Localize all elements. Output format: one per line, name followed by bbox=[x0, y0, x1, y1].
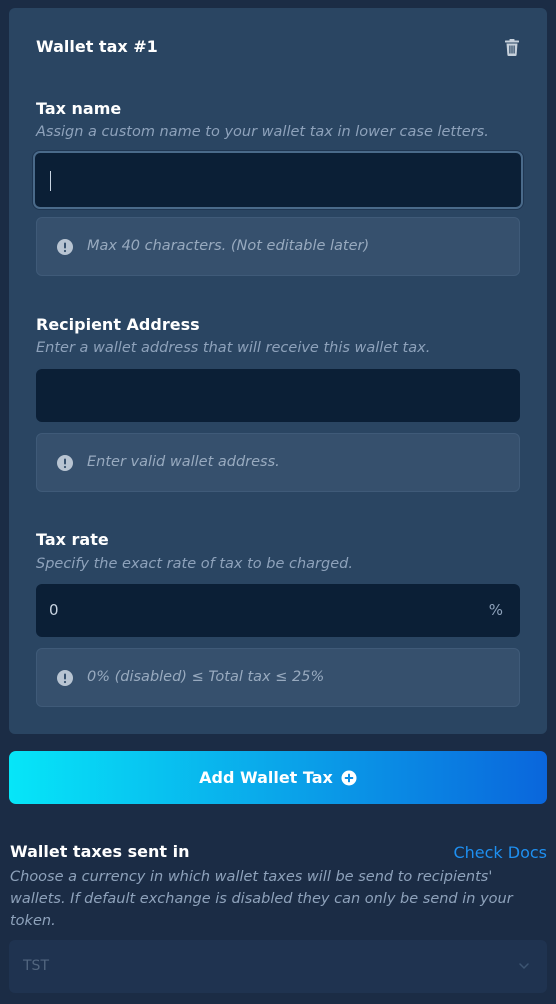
tax-name-hint: Max 40 characters. (Not editable later) bbox=[36, 217, 520, 276]
currency-section-title: Wallet taxes sent in bbox=[10, 842, 190, 861]
plus-circle-icon bbox=[341, 770, 357, 785]
info-alert-icon bbox=[57, 670, 73, 686]
percent-suffix: % bbox=[488, 601, 503, 619]
chevron-down-icon bbox=[519, 963, 529, 970]
recipient-address-hint-text: Enter valid wallet address. bbox=[87, 454, 280, 470]
tax-rate-label: Tax rate bbox=[36, 530, 109, 549]
currency-selected-value: TST bbox=[23, 958, 49, 974]
info-alert-icon bbox=[57, 455, 73, 471]
tax-rate-input[interactable]: 0 % bbox=[36, 584, 520, 637]
tax-rate-hint-text: 0% (disabled) ≤ Total tax ≤ 25% bbox=[87, 669, 325, 685]
wallet-tax-card: Wallet tax #1 Tax name Assign a custom n… bbox=[9, 8, 547, 734]
recipient-address-hint: Enter valid wallet address. bbox=[36, 433, 520, 492]
recipient-address-label: Recipient Address bbox=[36, 315, 200, 334]
recipient-address-input[interactable] bbox=[36, 369, 520, 422]
tax-rate-hint: 0% (disabled) ≤ Total tax ≤ 25% bbox=[36, 648, 520, 707]
tax-rate-description: Specify the exact rate of tax to be char… bbox=[36, 556, 353, 572]
currency-section-description: Choose a currency in which wallet taxes … bbox=[10, 869, 513, 929]
check-docs-link[interactable]: Check Docs bbox=[453, 843, 547, 862]
tax-name-input[interactable] bbox=[33, 151, 523, 209]
trash-icon[interactable] bbox=[505, 39, 519, 56]
tax-rate-value: 0 bbox=[49, 601, 59, 619]
tax-name-hint-text: Max 40 characters. (Not editable later) bbox=[87, 238, 370, 254]
text-caret bbox=[50, 171, 51, 191]
recipient-address-description: Enter a wallet address that will receive… bbox=[36, 340, 431, 356]
currency-select[interactable]: TST bbox=[9, 940, 547, 993]
add-wallet-tax-label: Add Wallet Tax bbox=[199, 768, 333, 787]
wallet-tax-title: Wallet tax #1 bbox=[36, 37, 158, 56]
info-alert-icon bbox=[57, 239, 73, 255]
add-wallet-tax-button[interactable]: Add Wallet Tax bbox=[9, 751, 547, 804]
tax-name-label: Tax name bbox=[36, 99, 122, 118]
tax-name-description: Assign a custom name to your wallet tax … bbox=[36, 124, 489, 140]
